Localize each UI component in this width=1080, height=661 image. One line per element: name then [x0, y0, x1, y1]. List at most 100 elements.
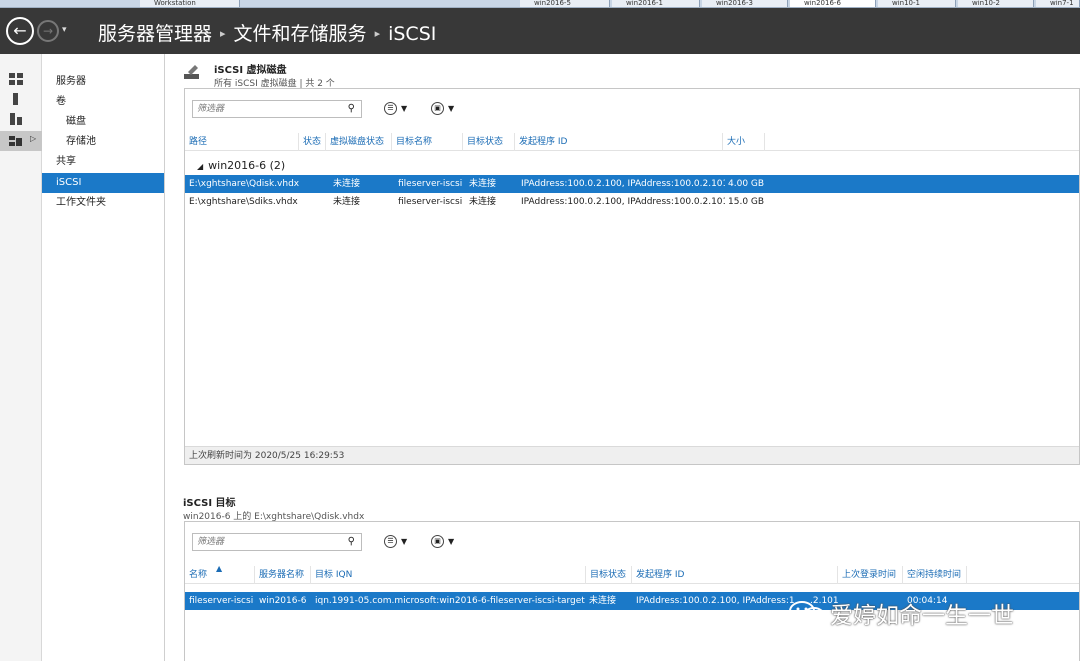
column-target-name[interactable]: 目标名称 [392, 133, 463, 151]
search-icon[interactable]: ⚲ [348, 536, 355, 547]
cell-target-status: 未连接 [469, 197, 497, 207]
navigation-pane: 服务器 卷 磁盘 存储池 共享 iSCSI 工作文件夹 [42, 54, 165, 661]
vm-tab[interactable]: win2016-3 [702, 0, 788, 7]
breadcrumb-separator-icon: ▸ [374, 27, 381, 40]
target-filter-box: ⚲ [192, 533, 362, 551]
file-storage-icon [9, 136, 22, 146]
main-content: iSCSI 虚拟磁盘 所有 iSCSI 虚拟磁盘 | 共 2 个 ⚲ ☰▼ ▣▼… [166, 54, 1080, 661]
nav-item-storage-pools[interactable]: 存储池 [42, 132, 164, 152]
nav-item-volumes[interactable]: 卷 [42, 92, 164, 112]
breadcrumb-item[interactable]: 服务器管理器 [98, 23, 212, 45]
cell-size: 15.0 GB [728, 197, 765, 207]
breadcrumb-item[interactable]: 文件和存储服务 [234, 23, 367, 45]
nav-item-servers[interactable]: 服务器 [42, 72, 164, 92]
cell-server-name: win2016-6 [259, 596, 307, 606]
vdisk-save-query-button[interactable]: ▣ ▼ [431, 102, 454, 116]
cell-status [299, 175, 326, 193]
wechat-icon [789, 601, 825, 625]
target-filter-bar: ⚲ ☰▼ ▣▼ [185, 522, 1079, 566]
expand-arrow-icon: ▷ [30, 134, 37, 143]
column-last-login[interactable]: 上次登录时间 [838, 566, 903, 584]
cell-initiator-id: IPAddress:100.0.2.100, IPAddress:1 [636, 596, 795, 606]
vdisk-column-header: 路径 状态 虚拟磁盘状态 目标名称 目标状态 发起程序 ID 大小 [185, 133, 1079, 151]
cell-vdisk-status: 未连接 [333, 179, 361, 189]
nav-item-disks[interactable]: 磁盘 [42, 112, 164, 132]
target-column-header: 名称 ▲ 服务器名称 目标 IQN 目标状态 发起程序 ID 上次登录时间 空闲… [185, 564, 1079, 584]
nav-item-iscsi[interactable]: iSCSI [42, 173, 164, 193]
breadcrumb-item-current: iSCSI [388, 23, 437, 45]
vdisk-section-header: iSCSI 虚拟磁盘 所有 iSCSI 虚拟磁盘 | 共 2 个 [214, 61, 335, 89]
breadcrumb: 服务器管理器 ▸ 文件和存储服务 ▸ iSCSI [98, 19, 436, 46]
history-dropdown-icon[interactable]: ▾ [62, 25, 67, 35]
column-status[interactable]: 状态 [299, 133, 326, 151]
cell-initiator-id: IPAddress:100.0.2.100, IPAddress:100.0.2… [521, 179, 725, 189]
cell-target-iqn: iqn.1991-05.com.microsoft:win2016-6-file… [315, 596, 585, 606]
cell-size: 4.00 GB [728, 179, 765, 189]
column-size[interactable]: 大小 [723, 133, 765, 151]
target-list-options-button[interactable]: ☰ ▼ [384, 535, 407, 549]
column-initiator-id[interactable]: 发起程序 ID [515, 133, 723, 151]
table-row[interactable]: E:\xghtshare\Qdisk.vhdx 未连接 fileserver-i… [185, 175, 1079, 193]
column-target-iqn[interactable]: 目标 IQN [311, 566, 586, 584]
target-section-title: iSCSI 目标 [183, 498, 236, 509]
column-vdisk-status[interactable]: 虚拟磁盘状态 [326, 133, 392, 151]
save-query-icon: ▣ [431, 102, 444, 115]
list-options-icon: ☰ [384, 102, 397, 115]
sort-ascending-icon: ▲ [216, 564, 223, 573]
group-label: win2016-6 (2) [208, 159, 286, 172]
cell-status [299, 193, 326, 211]
vm-tab-strip: Workstation win2016-5 win2016-1 win2016-… [0, 0, 1080, 8]
save-query-icon: ▣ [431, 535, 444, 548]
vdisk-status-bar: 上次刷新时间为 2020/5/25 16:29:53 [185, 446, 1079, 464]
back-button[interactable]: ← [6, 17, 34, 45]
cell-vdisk-status: 未连接 [333, 197, 361, 207]
chevron-down-icon: ▼ [448, 537, 455, 546]
virtual-disk-icon [184, 65, 199, 79]
vm-tab[interactable]: win2016-5 [520, 0, 610, 7]
forward-button[interactable]: → [37, 20, 59, 42]
target-filter-input[interactable] [193, 534, 333, 550]
cell-name: fileserver-iscsi [189, 596, 254, 606]
column-target-status[interactable]: 目标状态 [463, 133, 515, 151]
cell-target-status: 未连接 [589, 596, 617, 606]
vm-tab[interactable]: win2016-1 [612, 0, 700, 7]
vdisk-panel: ⚲ ☰▼ ▣▼ 路径 状态 虚拟磁盘状态 目标名称 目标状态 发起程序 ID 大… [184, 88, 1080, 465]
vdisk-list-options-button[interactable]: ☰ ▼ [384, 102, 407, 116]
vm-tab-active[interactable]: win2016-6 [790, 0, 876, 7]
file-storage-services-item[interactable]: ▷ [0, 131, 42, 151]
vm-tab[interactable]: win7-1 [1036, 0, 1080, 7]
list-options-icon: ☰ [384, 535, 397, 548]
collapse-group-icon[interactable]: ◢ [197, 162, 203, 171]
vm-tab[interactable]: win10-2 [958, 0, 1034, 7]
chevron-down-icon: ▼ [401, 537, 408, 546]
dashboard-icon[interactable] [9, 73, 23, 85]
watermark: 爱婷如命一生一世 [788, 596, 1014, 629]
chevron-down-icon: ▼ [401, 104, 408, 113]
column-target-status[interactable]: 目标状态 [586, 566, 632, 584]
column-path[interactable]: 路径 [185, 133, 299, 151]
vm-tab[interactable]: Workstation [140, 0, 240, 7]
vdisk-section-title: iSCSI 虚拟磁盘 [214, 65, 287, 76]
nav-item-work-folders[interactable]: 工作文件夹 [42, 193, 164, 213]
watermark-text: 爱婷如命一生一世 [830, 603, 1014, 629]
column-server-name[interactable]: 服务器名称 [255, 566, 311, 584]
table-row[interactable]: E:\xghtshare\Sdiks.vhdx 未连接 fileserver-i… [185, 193, 1079, 211]
local-server-icon[interactable] [9, 93, 23, 105]
cell-target-status: 未连接 [469, 179, 497, 189]
target-save-query-button[interactable]: ▣ ▼ [431, 535, 454, 549]
column-idle-duration[interactable]: 空闲持续时间 [903, 566, 967, 584]
chevron-down-icon: ▼ [448, 104, 455, 113]
breadcrumb-separator-icon: ▸ [220, 27, 226, 40]
cell-initiator-id: IPAddress:100.0.2.100, IPAddress:100.0.2… [521, 197, 725, 207]
vdisk-filter-box: ⚲ [192, 100, 362, 118]
vdisk-filter-input[interactable] [193, 101, 333, 117]
column-initiator-id[interactable]: 发起程序 ID [632, 566, 838, 584]
nav-item-shares[interactable]: 共享 [42, 152, 164, 172]
group-header-win2016-6[interactable]: ◢ win2016-6 (2) [197, 159, 285, 172]
cell-target-name: fileserver-iscsi [398, 197, 463, 207]
vm-tab[interactable]: win10-1 [878, 0, 956, 7]
search-icon[interactable]: ⚲ [348, 103, 355, 114]
all-servers-icon[interactable] [9, 113, 23, 125]
server-manager-header: ← → ▾ 服务器管理器 ▸ 文件和存储服务 ▸ iSCSI [0, 8, 1080, 54]
vdisk-filter-bar: ⚲ ☰▼ ▣▼ [185, 89, 1079, 133]
